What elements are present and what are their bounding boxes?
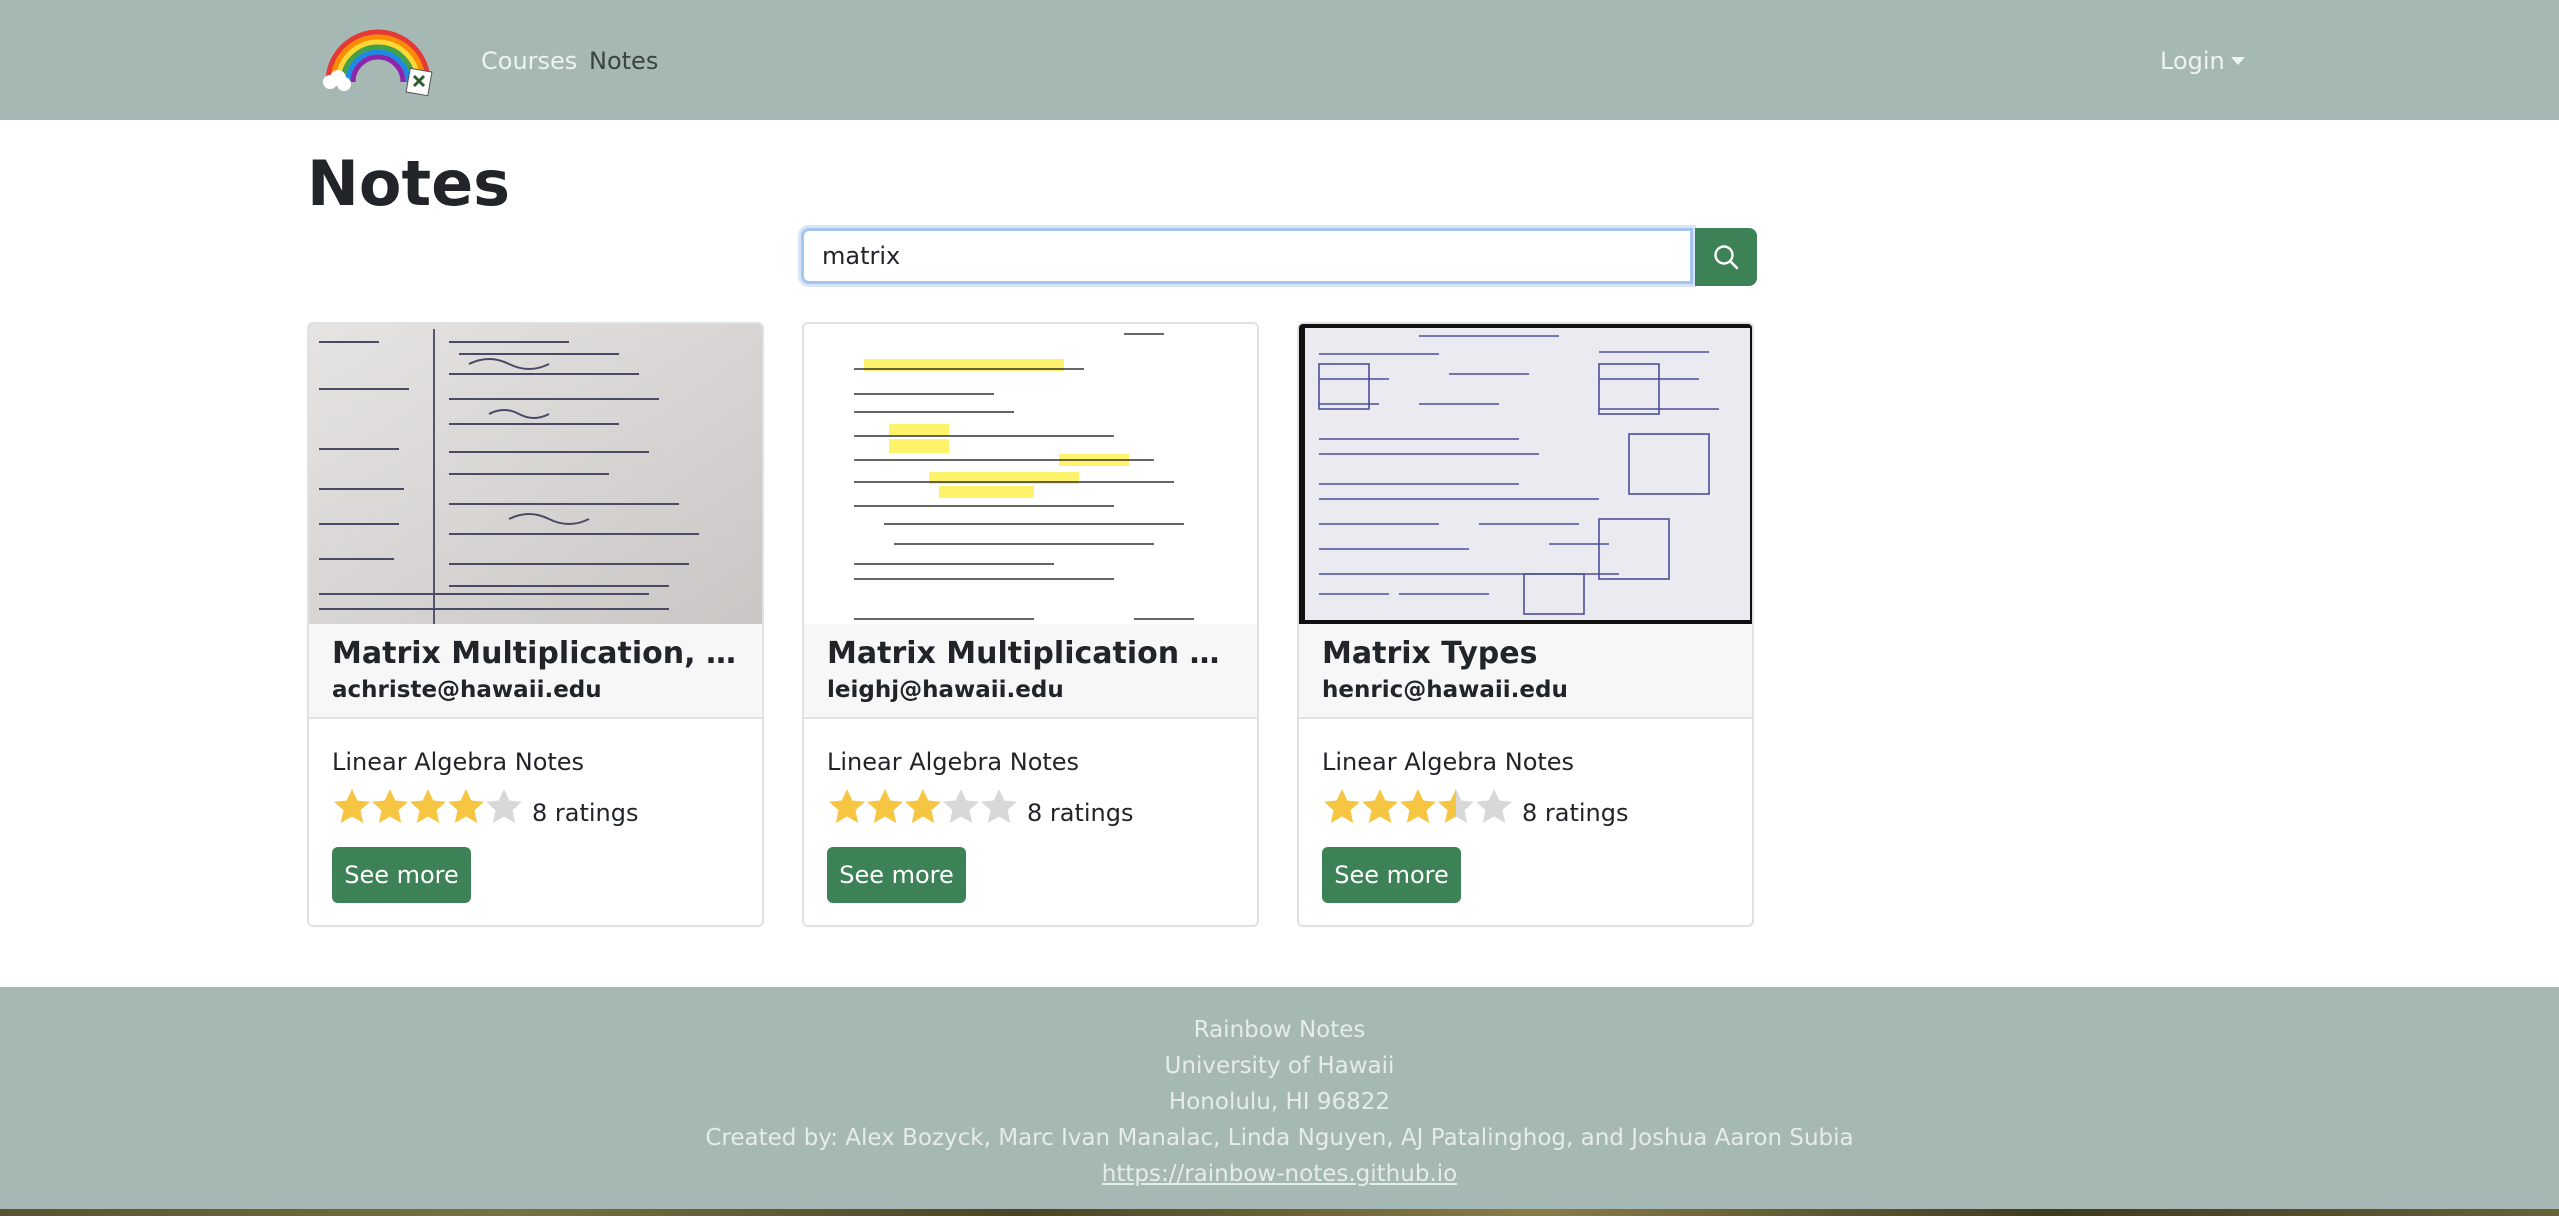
card-title: Matrix Multiplication Exam... — [827, 636, 1237, 671]
star-icon — [1438, 789, 1474, 823]
star-icon — [1362, 789, 1398, 823]
card-owner: leighj@hawaii.edu — [827, 677, 1064, 703]
footer-university: University of Hawaii — [1164, 1053, 1395, 1079]
note-thumbnail[interactable] — [309, 324, 762, 624]
star-icon — [1400, 789, 1436, 823]
note-card: Matrix Types henric@hawaii.edu Linear Al… — [1297, 322, 1754, 927]
star-icon — [981, 789, 1017, 823]
star-icon — [486, 789, 522, 823]
caret-down-icon — [2230, 57, 2245, 65]
bottom-image-strip — [0, 1209, 2559, 1216]
card-course: Linear Algebra Notes — [827, 748, 1080, 776]
search-button[interactable] — [1695, 228, 1757, 286]
see-more-button[interactable]: See more — [1322, 847, 1461, 903]
ratings-count: 8 ratings — [1522, 799, 1629, 827]
note-thumbnail[interactable] — [1299, 324, 1752, 624]
see-more-button[interactable]: See more — [332, 847, 471, 903]
star-icon — [1476, 789, 1512, 823]
star-icon — [334, 789, 370, 823]
card-title: Matrix Multiplication, Dot P... — [332, 636, 742, 671]
page-title: Notes — [307, 147, 511, 220]
star-icon — [410, 789, 446, 823]
star-icon — [372, 789, 408, 823]
footer-website-link[interactable]: https://rainbow-notes.github.io — [1102, 1161, 1457, 1187]
note-thumbnail[interactable] — [804, 324, 1257, 624]
star-icon — [448, 789, 484, 823]
search-icon — [1714, 245, 1739, 270]
see-more-button[interactable]: See more — [827, 847, 966, 903]
footer-credits: Created by: Alex Bozyck, Marc Ivan Manal… — [705, 1125, 1854, 1151]
star-icon — [1324, 789, 1360, 823]
card-course: Linear Algebra Notes — [1322, 748, 1575, 776]
card-owner: henric@hawaii.edu — [1322, 677, 1568, 703]
login-label: Login — [2160, 47, 2225, 75]
footer-address: Honolulu, HI 96822 — [1168, 1089, 1391, 1115]
star-icon — [905, 789, 941, 823]
navbar: Courses Notes Login — [0, 0, 2559, 120]
nav-notes-link[interactable]: Notes — [589, 46, 658, 76]
card-title: Matrix Types — [1322, 636, 1538, 671]
footer-site-name: Rainbow Notes — [1193, 1017, 1366, 1043]
login-dropdown[interactable]: Login — [2160, 46, 2245, 76]
ratings-count: 8 ratings — [532, 799, 639, 827]
card-owner: achriste@hawaii.edu — [332, 677, 602, 703]
note-card: Matrix Multiplication Exam... leighj@haw… — [802, 322, 1259, 927]
star-icon — [867, 789, 903, 823]
card-course: Linear Algebra Notes — [332, 748, 585, 776]
star-icon — [943, 789, 979, 823]
search-input[interactable] — [801, 228, 1693, 284]
nav-courses-link[interactable]: Courses — [481, 46, 577, 76]
footer: Rainbow Notes University of Hawaii Honol… — [0, 987, 2559, 1216]
star-icon — [829, 789, 865, 823]
rainbow-logo-icon[interactable] — [320, 20, 438, 98]
ratings-count: 8 ratings — [1027, 799, 1134, 827]
note-card: Matrix Multiplication, Dot P... achriste… — [307, 322, 764, 927]
